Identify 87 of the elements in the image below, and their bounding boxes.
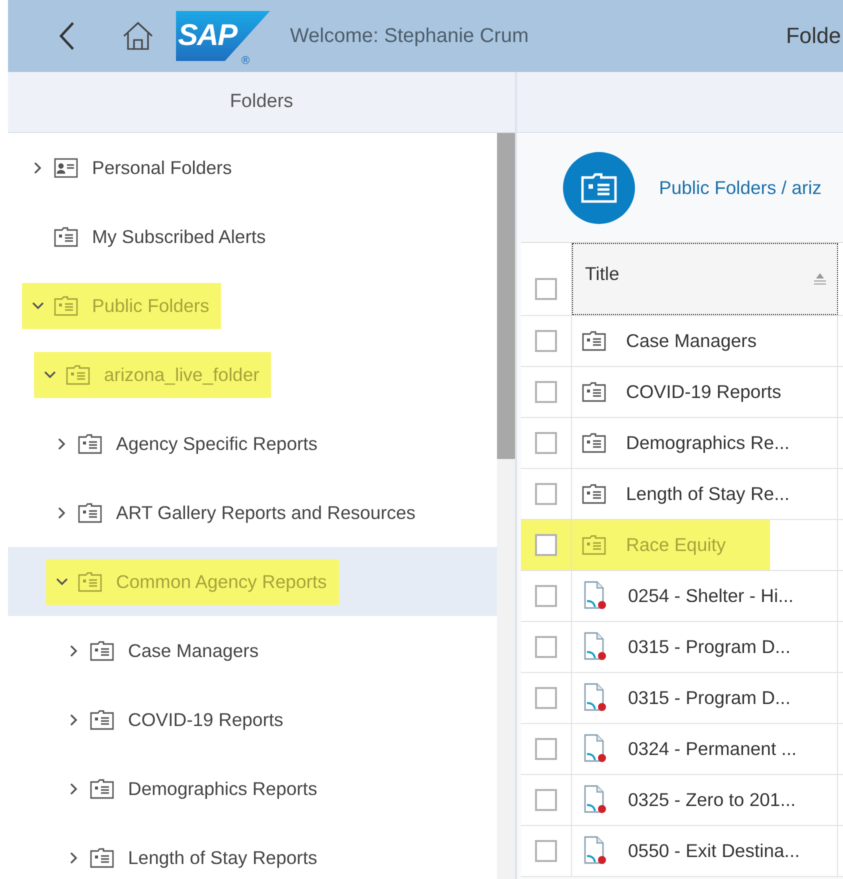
table-cell: Race Equity [626, 534, 726, 556]
folder-icon [78, 502, 102, 522]
scrollbar-thumb[interactable] [497, 133, 515, 459]
report-icon [582, 836, 608, 866]
folder-icon [582, 484, 606, 504]
row-checkbox[interactable] [535, 381, 557, 403]
row-checkbox[interactable] [535, 738, 557, 760]
table-cell: Demographics Re... [626, 432, 790, 454]
tree-label: Agency Specific Reports [116, 432, 318, 454]
table-row[interactable]: 0315 - Program D... [521, 622, 843, 673]
folder-icon [90, 778, 114, 798]
table-cell: COVID-19 Reports [626, 381, 782, 403]
panel-title: Folders [230, 91, 294, 113]
tree-label: Public Folders [92, 294, 210, 316]
tree-label: ART Gallery Reports and Resources [116, 502, 416, 524]
folder-icon [90, 710, 114, 730]
page-title: Folde [786, 23, 841, 49]
tree-item[interactable]: ART Gallery Reports and Resources [8, 478, 497, 547]
folder-icon [54, 226, 78, 246]
tree-item[interactable]: Case Managers [8, 616, 497, 685]
tree-label: Personal Folders [92, 156, 232, 178]
table-row[interactable]: Demographics Re... [521, 418, 843, 469]
tree-item[interactable]: My Subscribed Alerts [8, 202, 497, 271]
folder-icon [581, 173, 617, 203]
report-icon [582, 734, 608, 764]
folder-icon [582, 433, 606, 453]
back-icon [58, 21, 76, 51]
folder-icon [78, 572, 102, 592]
tree-label: Length of Stay Reports [128, 846, 318, 868]
table-cell: Length of Stay Re... [626, 483, 790, 505]
row-checkbox[interactable] [535, 432, 557, 454]
breadcrumb-link[interactable]: Public Folders / ariz [659, 177, 822, 199]
row-checkbox[interactable] [535, 483, 557, 505]
table-row[interactable]: 0254 - Shelter - Hi... [521, 571, 843, 622]
person-card-icon [54, 158, 78, 178]
tree-item[interactable]: Length of Stay Reports [8, 823, 497, 879]
table-row[interactable]: 0550 - Exit Destina... [521, 826, 843, 877]
tree-label: Common Agency Reports [116, 570, 327, 592]
column-header[interactable]: Title [572, 243, 838, 315]
table-cell: 0254 - Shelter - Hi... [628, 585, 794, 607]
table-cell: 0550 - Exit Destina... [628, 840, 800, 862]
folder-icon [582, 382, 606, 402]
table-cell: 0315 - Program D... [628, 636, 790, 658]
sort-icon [813, 273, 827, 285]
row-checkbox[interactable] [535, 585, 557, 607]
table-cell: 0315 - Program D... [628, 687, 790, 709]
home-button[interactable] [122, 21, 154, 51]
select-all-checkbox[interactable] [535, 278, 557, 300]
back-button[interactable] [58, 21, 76, 51]
tree-label: Demographics Reports [128, 778, 318, 800]
row-checkbox[interactable] [535, 636, 557, 658]
row-checkbox[interactable] [535, 330, 557, 352]
folder-icon [78, 434, 102, 454]
tree-label: Case Managers [128, 640, 259, 662]
table-cell: 0325 - Zero to 201... [628, 789, 796, 811]
row-checkbox[interactable] [535, 840, 557, 862]
report-icon [582, 581, 608, 611]
row-checkbox[interactable] [535, 687, 557, 709]
table-cell: Case Managers [626, 330, 757, 352]
scrollbar-track[interactable] [497, 133, 515, 879]
report-icon [582, 683, 608, 713]
table-row[interactable]: Case Managers [521, 316, 843, 367]
row-checkbox[interactable] [535, 534, 557, 556]
folder-icon [582, 535, 606, 555]
folder-icon [582, 331, 606, 351]
table-cell: 0324 - Permanent ... [628, 738, 797, 760]
tree-label: arizona_live_folder [104, 364, 260, 386]
folder-icon [54, 296, 78, 316]
tree-item[interactable]: Personal Folders [8, 133, 497, 202]
table-row[interactable]: 0325 - Zero to 201... [521, 775, 843, 826]
folder-icon [90, 640, 114, 660]
home-icon [122, 21, 154, 51]
table-row[interactable]: Length of Stay Re... [521, 469, 843, 520]
tree-label: COVID-19 Reports [128, 708, 284, 730]
folder-icon [66, 364, 90, 384]
table-row[interactable]: 0315 - Program D... [521, 673, 843, 724]
folder-icon [90, 848, 114, 868]
table-row[interactable]: 0324 - Permanent ... [521, 724, 843, 775]
tree-item[interactable]: Agency Specific Reports [8, 409, 497, 478]
report-icon [582, 632, 608, 662]
welcome-text: Welcome: Stephanie Crum [290, 24, 529, 48]
row-checkbox[interactable] [535, 789, 557, 811]
tree-item[interactable]: COVID-19 Reports [8, 685, 497, 754]
report-icon [582, 785, 608, 815]
tree-label: My Subscribed Alerts [92, 226, 266, 248]
tree-item[interactable]: Demographics Reports [8, 754, 497, 823]
table-row[interactable]: COVID-19 Reports [521, 367, 843, 418]
